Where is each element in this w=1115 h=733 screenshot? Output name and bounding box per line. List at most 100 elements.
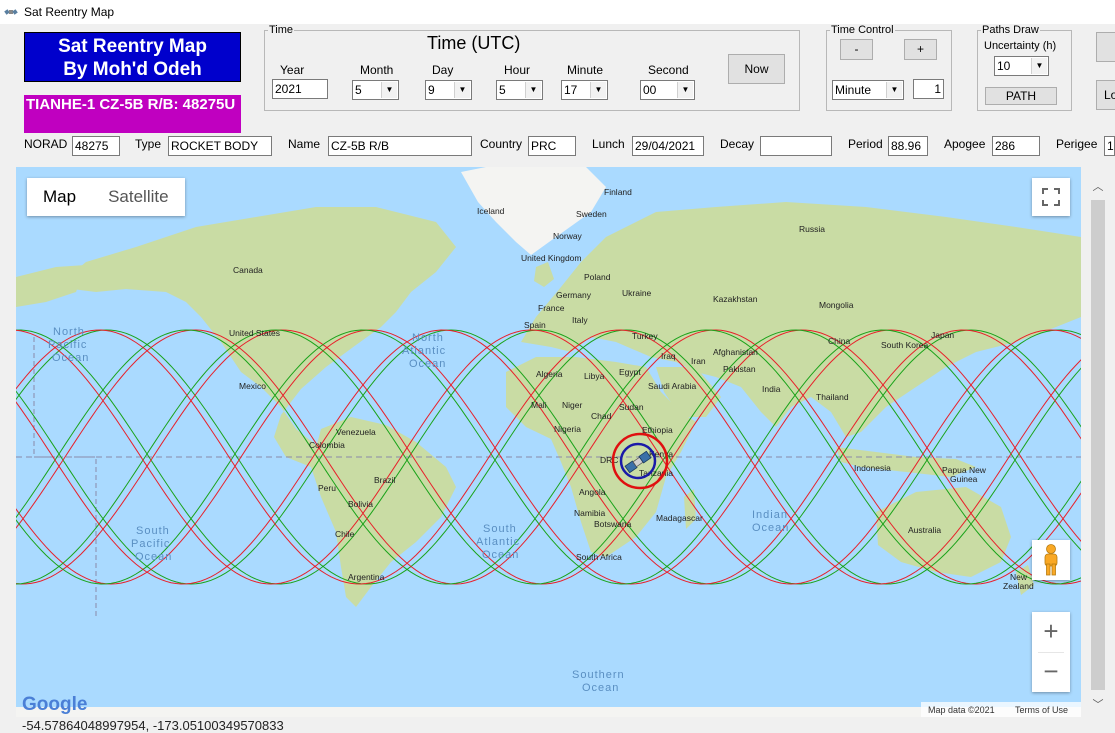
label-kazakhstan: Kazakhstan: [713, 294, 758, 304]
path-button[interactable]: PATH: [985, 87, 1057, 105]
time-step-input[interactable]: 1: [913, 79, 944, 99]
label-algeria: Algeria: [536, 369, 563, 379]
world-map[interactable]: Finland Sweden Norway Iceland Russia Uni…: [16, 167, 1081, 717]
time-heading: Time (UTC): [427, 33, 521, 53]
time-plus-button[interactable]: +: [904, 39, 937, 60]
scroll-down-icon[interactable]: ﹀: [1088, 696, 1108, 714]
scrollbar-thumb[interactable]: [1091, 200, 1105, 690]
label-mali: Mali: [531, 400, 547, 410]
label-new-zealand-2: Zealand: [1003, 581, 1034, 591]
label-guinea: Guinea: [950, 474, 978, 484]
apogee-field[interactable]: 286: [992, 136, 1040, 156]
label-australia: Australia: [908, 525, 941, 535]
label-japan: Japan: [931, 330, 954, 340]
street-view-button[interactable]: [1032, 540, 1070, 580]
month-value: 5: [355, 83, 362, 97]
hour-value: 5: [499, 83, 506, 97]
zoom-in-button[interactable]: +: [1032, 612, 1070, 652]
label-pakistan: Pakistan: [723, 364, 756, 374]
app-banner-author: By Moh'd Odeh: [63, 59, 202, 80]
label-peru: Peru: [318, 483, 336, 493]
chevron-down-icon: ▼: [454, 82, 470, 98]
map-type-control: Map Satellite: [27, 178, 185, 216]
apogee-label: Apogee: [944, 137, 986, 151]
ocean-southern-1: Southern: [572, 669, 625, 681]
month-select[interactable]: 5 ▼: [352, 80, 399, 100]
ocean-south-pacific-1: South: [136, 525, 170, 537]
ocean-south-pacific-2: Pacific: [131, 538, 170, 550]
label-drc: DRC: [600, 455, 618, 465]
window-titlebar: Sat Reentry Map: [0, 0, 1115, 24]
minute-select[interactable]: 17 ▼: [561, 80, 608, 100]
launch-label: Lunch: [592, 137, 625, 151]
time-control-legend: Time Control: [831, 24, 894, 36]
perigee-field[interactable]: 1: [1104, 136, 1115, 156]
label-saudi-arabia: Saudi Arabia: [648, 381, 696, 391]
app-banner: Sat Reentry Map By Moh'd Odeh: [24, 32, 241, 82]
decay-field[interactable]: [760, 136, 832, 156]
label-sudan: Sudan: [619, 402, 644, 412]
uncertainty-select[interactable]: 10 ▼: [994, 56, 1049, 76]
label-germany: Germany: [556, 290, 592, 300]
label-thailand: Thailand: [816, 392, 849, 402]
ocean-south-atlantic-1: South: [483, 523, 517, 535]
second-select[interactable]: 00 ▼: [640, 80, 695, 100]
label-venezuela: Venezuela: [336, 427, 376, 437]
name-label: Name: [288, 137, 321, 151]
day-select[interactable]: 9 ▼: [425, 80, 472, 100]
decay-label: Decay: [720, 137, 755, 151]
time-unit-select[interactable]: Minute ▼: [832, 80, 904, 100]
terms-of-use-link[interactable]: Terms of Use: [1015, 705, 1068, 715]
hour-select[interactable]: 5 ▼: [496, 80, 543, 100]
norad-label: NORAD: [24, 137, 68, 151]
label-south-korea: South Korea: [881, 340, 929, 350]
label-argentina: Argentina: [348, 572, 385, 582]
satellite-title: TIANHE-1 CZ-5B R/B: 48275U: [24, 95, 241, 133]
cursor-coordinates: -54.57864048997954, -173.05100349570833: [22, 718, 284, 733]
map-attribution: Map data ©2021: [928, 705, 995, 715]
name-field[interactable]: CZ-5B R/B: [328, 136, 472, 156]
label-nigeria: Nigeria: [554, 424, 581, 434]
scroll-up-icon[interactable]: ︿: [1088, 178, 1108, 196]
norad-field[interactable]: 48275: [72, 136, 120, 156]
ocean-south-atlantic-3: Ocean: [482, 549, 519, 561]
time-minus-button[interactable]: -: [840, 39, 873, 60]
chevron-down-icon: ▼: [886, 82, 902, 98]
label-colombia: Colombia: [309, 440, 345, 450]
label-namibia: Namibia: [574, 508, 605, 518]
vertical-scrollbar[interactable]: ︿ ﹀: [1088, 170, 1108, 717]
load-button[interactable]: Lo: [1096, 80, 1115, 110]
map-type-map-button[interactable]: Map: [27, 178, 92, 216]
launch-field[interactable]: 29/04/2021: [632, 136, 704, 156]
chevron-down-icon: ▼: [677, 82, 693, 98]
satellite-icon: [4, 9, 18, 15]
zoom-control: + −: [1032, 612, 1070, 692]
label-france: France: [538, 303, 565, 313]
country-field[interactable]: PRC: [528, 136, 576, 156]
map-type-satellite-button[interactable]: Satellite: [92, 178, 184, 216]
type-field[interactable]: ROCKET BODY: [168, 136, 272, 156]
ocean-indian-2: Ocean: [752, 522, 789, 534]
extra-button-top[interactable]: [1096, 32, 1115, 62]
label-mongolia: Mongolia: [819, 300, 854, 310]
australia-landmass: [876, 487, 1011, 577]
label-canada: Canada: [233, 265, 263, 275]
zoom-out-button[interactable]: −: [1032, 653, 1070, 692]
chevron-down-icon: ▼: [525, 82, 541, 98]
year-label: Year: [280, 63, 305, 77]
year-input[interactable]: 2021: [272, 79, 328, 99]
fullscreen-button[interactable]: [1032, 178, 1070, 216]
period-field[interactable]: 88.96: [888, 136, 928, 156]
label-iran: Iran: [691, 356, 706, 366]
label-egypt: Egypt: [619, 367, 641, 377]
now-button[interactable]: Now: [728, 54, 785, 84]
label-united-states: United States: [229, 328, 280, 338]
label-norway: Norway: [553, 231, 583, 241]
label-ethiopia: Ethiopia: [642, 425, 673, 435]
label-uk: United Kingdom: [521, 253, 581, 263]
second-value: 00: [643, 83, 657, 97]
day-label: Day: [432, 63, 454, 77]
app-banner-title: Sat Reentry Map: [58, 36, 207, 57]
ocean-south-pacific-3: Ocean: [135, 551, 172, 563]
label-botswana: Botswana: [594, 519, 632, 529]
